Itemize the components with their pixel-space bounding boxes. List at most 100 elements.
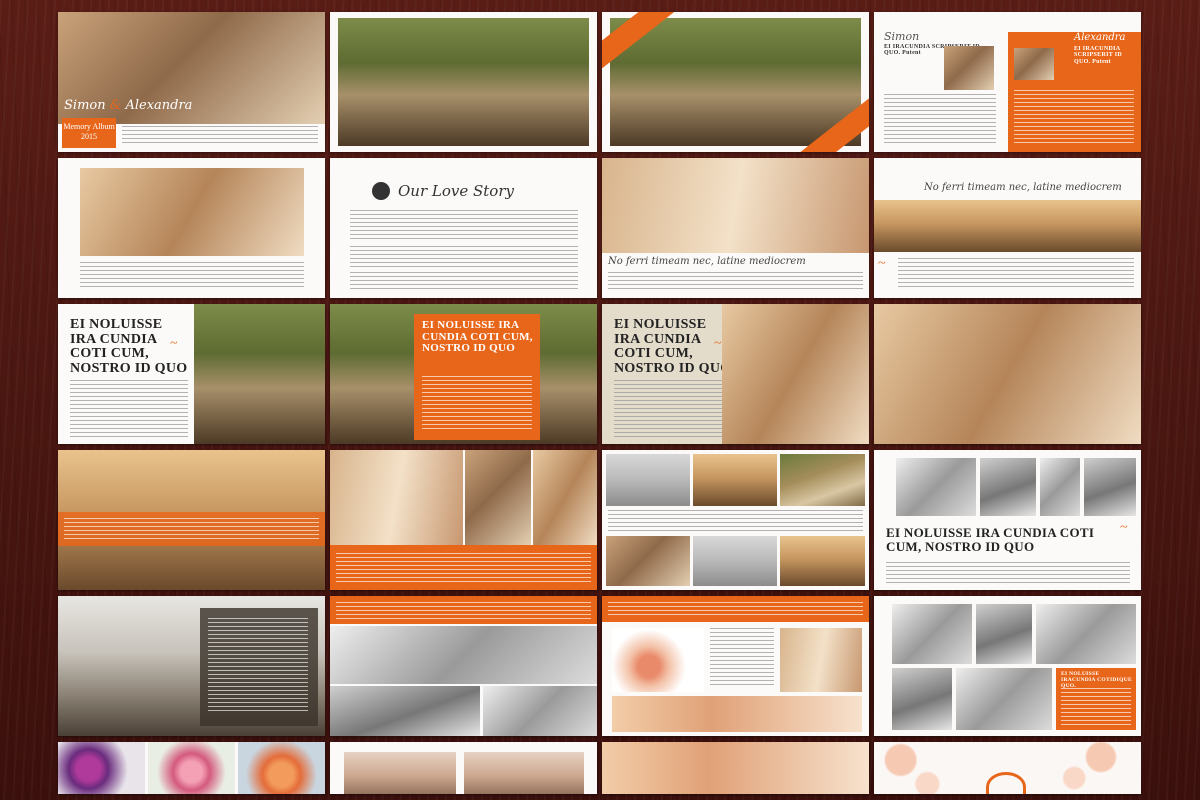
slide-flowers[interactable] <box>58 742 325 794</box>
swirl-icon: ~ <box>170 336 178 351</box>
body-text <box>422 376 532 432</box>
orange-band <box>602 596 869 622</box>
body-text <box>336 602 591 620</box>
slide-cover[interactable]: Simon & Alexandra Memory Album 2015 <box>58 12 325 152</box>
orange-text-box: EI NOLUISSE IRACUNDIA COTIDIQUE QUO. <box>1056 668 1136 730</box>
body-text <box>336 553 591 583</box>
orange-panel: Alexandra EI IRACUNDIA SCRIPSERIT ID QUO… <box>1008 32 1141 152</box>
body-text <box>1014 90 1134 146</box>
cover-album-label: Memory Album <box>63 122 115 131</box>
slide-photo-park[interactable] <box>330 12 597 152</box>
slide-rooftop[interactable] <box>58 158 325 298</box>
mockup-background: { "cover": { "names_left": "Simon", "nam… <box>0 0 1200 800</box>
spread-right-heading: EI IRACUNDIA SCRIPSERIT ID QUO. Putent <box>1074 46 1122 65</box>
body-text <box>350 272 578 290</box>
slide-heading-photo[interactable]: EI NOLUISSE IRA CUNDIA COTI CUM, NOSTRO … <box>58 304 325 444</box>
slide-portraits[interactable] <box>330 742 597 794</box>
collage-photo <box>780 628 862 692</box>
collage-photo <box>693 536 777 586</box>
collage-photo <box>1084 458 1136 516</box>
slide-hearts[interactable] <box>874 742 1141 794</box>
swirl-icon: ~ <box>878 256 886 271</box>
slide-bw-heading[interactable]: EI NOLUISSE IRA CUNDIA COTI CUM, NOSTRO … <box>874 450 1141 590</box>
cover-name-left: Simon <box>64 98 106 113</box>
couple-bench-photo <box>610 18 861 146</box>
spread-left-name: Simon <box>884 30 920 43</box>
collage-photo <box>780 536 865 586</box>
body-text <box>350 210 578 240</box>
body-text <box>350 246 578 268</box>
orange-band <box>58 512 325 546</box>
spread-right-name: Alexandra <box>1074 32 1126 43</box>
portrait-photo <box>464 752 584 794</box>
swirl-icon: ~ <box>1120 520 1128 535</box>
rings-photo <box>330 626 597 684</box>
slide-heading-kiss[interactable]: EI NOLUISSE IRA CUNDIA COTI CUM, NOSTRO … <box>602 304 869 444</box>
couple-kiss-photo <box>874 304 1141 444</box>
body-text <box>608 510 863 532</box>
cover-name-right: Alexandra <box>125 98 193 113</box>
orange-band <box>330 596 597 624</box>
slide-closeup-tagline[interactable]: No ferri timeam nec, latine mediocrem <box>602 158 869 298</box>
slide-beach-collage[interactable] <box>602 450 869 590</box>
orange-band <box>330 545 597 590</box>
collage-photo <box>330 686 480 736</box>
slide-bw-wedding[interactable]: EI NOLUISSE IRACUNDIA COTIDIQUE QUO. <box>874 596 1141 736</box>
collage-photo <box>465 450 531 545</box>
slide-hands[interactable] <box>602 742 869 794</box>
slide-photo-park-orange[interactable] <box>602 12 869 152</box>
dark-text-box <box>200 608 318 726</box>
collage-photo <box>892 668 952 730</box>
tagline-text: No ferri timeam nec, latine mediocrem <box>924 182 1122 193</box>
orange-text-box: EI NOLUISSE IRA CUNDIA COTI CUM, NOSTRO … <box>414 314 540 440</box>
rooftop-photo <box>80 168 304 256</box>
body-text <box>1061 688 1131 726</box>
hands-photo <box>602 742 869 794</box>
slide-photo-orange-box[interactable]: EI NOLUISSE IRA CUNDIA COTI CUM, NOSTRO … <box>330 304 597 444</box>
collage-photo <box>1040 458 1080 516</box>
slide-strip-tagline[interactable]: No ferri timeam nec, latine mediocrem ~ <box>874 158 1141 298</box>
hands-photo <box>612 696 862 732</box>
swirl-icon: ~ <box>714 336 722 351</box>
tagline-text: No ferri timeam nec, latine mediocrem <box>608 256 806 267</box>
slide-collage-orange[interactable] <box>330 450 597 590</box>
body-text <box>608 272 863 292</box>
body-text <box>608 602 863 618</box>
section-heading: EI NOLUISSE IRA CUNDIA COTI CUM, NOSTRO … <box>886 525 1095 554</box>
slide-grid: Simon & Alexandra Memory Album 2015 Simo… <box>58 12 1142 800</box>
portrait-photo <box>344 752 456 794</box>
cover-badge: Memory Album 2015 <box>62 118 116 148</box>
body-text <box>614 380 732 438</box>
collage-photo <box>606 536 690 586</box>
collage-photo <box>330 450 463 545</box>
flowers-photo <box>148 742 235 794</box>
slide-bouquet[interactable] <box>602 596 869 736</box>
collage-photo <box>780 454 865 506</box>
body-text <box>64 518 319 540</box>
slide-love-story[interactable]: Our Love Story <box>330 158 597 298</box>
section-heading: EI NOLUISSE IRA CUNDIA COTI CUM, NOSTRO … <box>422 319 533 355</box>
flowers-photo <box>238 742 325 794</box>
cover-ampersand: & <box>109 98 122 113</box>
slide-silhouette[interactable] <box>58 596 325 736</box>
love-story-title: Our Love Story <box>398 182 514 200</box>
cover-year: 2015 <box>81 132 97 141</box>
body-text <box>884 94 996 146</box>
flowers-photo <box>58 742 145 794</box>
heart-lock-icon <box>372 182 390 200</box>
champagne-photo <box>483 686 597 736</box>
collage-photo <box>980 458 1036 516</box>
slide-bw-rings[interactable] <box>330 596 597 736</box>
couple-thumb <box>944 46 994 90</box>
body-text <box>886 562 1130 584</box>
body-text <box>208 618 308 714</box>
slide-beach-band[interactable] <box>58 450 325 590</box>
couple-kiss-photo <box>722 304 869 444</box>
bicycle-photo <box>896 458 976 516</box>
couple-bench-photo <box>194 304 325 444</box>
body-text <box>70 380 188 438</box>
slide-spread-names[interactable]: Simon EI IRACUNDIA SCRIPSERIT ID QUO. Pu… <box>874 12 1141 152</box>
body-text <box>898 258 1134 288</box>
slide-kiss-full[interactable] <box>874 304 1141 444</box>
body-text <box>122 126 318 144</box>
